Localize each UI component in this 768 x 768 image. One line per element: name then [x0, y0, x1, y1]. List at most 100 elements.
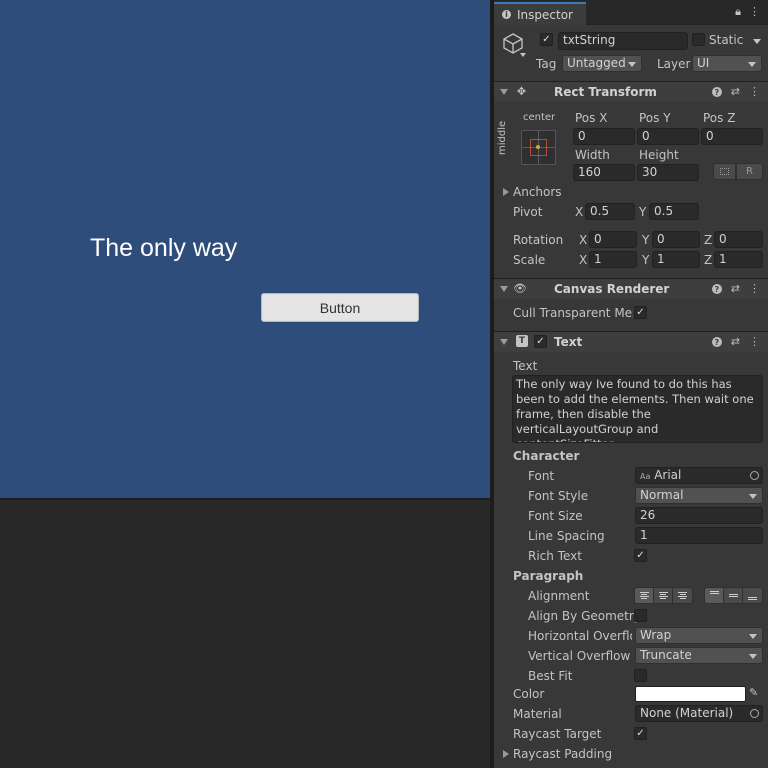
context-menu-icon[interactable]: ⋮ — [749, 282, 760, 295]
align-center-button[interactable] — [654, 588, 673, 603]
pivot-label: Pivot — [513, 205, 543, 219]
fold-arrow-icon[interactable] — [500, 89, 508, 95]
tab-inspector[interactable]: i Inspector — [494, 2, 586, 25]
pivot-y-field[interactable]: 0.5 — [649, 203, 699, 220]
pos-z-field[interactable]: 0 — [701, 128, 763, 145]
help-icon[interactable]: ? — [711, 337, 722, 347]
anchors-label[interactable]: Anchors — [513, 185, 562, 199]
rich-text-label: Rich Text — [528, 549, 582, 563]
help-icon[interactable]: ? — [711, 284, 722, 294]
scale-z-field[interactable]: 1 — [714, 251, 763, 268]
static-label: Static — [709, 33, 744, 47]
canvas-renderer-header[interactable]: 👁︎ Canvas Renderer ? ⇄ ⋮ — [494, 278, 768, 299]
material-value: None (Material) — [640, 706, 734, 720]
rot-y-field[interactable]: 0 — [652, 231, 700, 248]
best-fit-checkbox[interactable] — [634, 669, 647, 682]
lock-icon[interactable]: 🔒︎ — [735, 5, 741, 19]
width-field[interactable]: 160 — [573, 164, 635, 181]
align-by-geometry-label: Align By Geometry — [528, 609, 641, 623]
scale-y-label: Y — [642, 253, 650, 267]
rect-transform-header[interactable]: ✥ Rect Transform ? ⇄ ⋮ — [494, 81, 768, 102]
preset-icon[interactable]: ⇄ — [731, 282, 740, 295]
scale-x-field[interactable]: 1 — [589, 251, 637, 268]
object-picker-icon[interactable] — [750, 709, 759, 718]
rot-z-label: Z — [704, 233, 713, 247]
pos-y-field[interactable]: 0 — [637, 128, 699, 145]
rect-transform-icon: ✥ — [516, 85, 527, 98]
raycast-padding-label[interactable]: Raycast Padding — [513, 747, 612, 761]
rot-z-field[interactable]: 0 — [714, 231, 763, 248]
gameobject-icon — [502, 32, 524, 54]
context-menu-icon[interactable]: ⋮ — [749, 335, 760, 348]
raycast-padding-fold-arrow-icon[interactable] — [503, 750, 509, 758]
align-right-button[interactable] — [673, 588, 692, 603]
horizontal-overflow-dropdown[interactable]: Wrap — [635, 627, 763, 644]
rot-x-field[interactable]: 0 — [589, 231, 637, 248]
rot-x-label: X — [579, 233, 588, 247]
text-component-header[interactable]: T ✓ Text ? ⇄ ⋮ — [494, 331, 768, 352]
font-field[interactable]: Aa Arial — [635, 467, 763, 484]
pos-y-label: Pos Y — [639, 111, 671, 125]
raycast-target-checkbox[interactable]: ✓ — [634, 727, 647, 740]
anchor-v-label: middle — [497, 120, 508, 155]
align-left-button[interactable] — [635, 588, 654, 603]
inspector-panel: i Inspector 🔒︎ ⋮ ✓ txtString Static Tag … — [494, 0, 768, 768]
scale-x-label: X — [579, 253, 588, 267]
align-bottom-button[interactable] — [743, 588, 762, 603]
help-icon[interactable]: ? — [711, 87, 722, 97]
object-name-field[interactable]: txtString — [558, 32, 688, 50]
canvas-renderer-title: Canvas Renderer — [554, 282, 670, 296]
fold-arrow-icon[interactable] — [500, 339, 508, 345]
scale-label: Scale — [513, 253, 546, 267]
static-chevron-down-icon[interactable] — [753, 39, 761, 44]
menu-icon[interactable]: ⋮ — [749, 5, 760, 19]
vertical-overflow-dropdown[interactable]: Truncate — [635, 647, 763, 664]
font-style-dropdown[interactable]: Normal — [635, 487, 763, 504]
vertical-alignment-group — [704, 587, 763, 604]
scale-y-field[interactable]: 1 — [652, 251, 700, 268]
align-by-geometry-checkbox[interactable] — [634, 609, 647, 622]
line-spacing-label: Line Spacing — [528, 529, 605, 543]
text-area[interactable]: The only way Ive found to do this has be… — [512, 375, 763, 443]
rotation-label: Rotation — [513, 233, 564, 247]
context-menu-icon[interactable]: ⋮ — [749, 85, 760, 98]
tag-dropdown[interactable]: Untagged — [562, 55, 642, 72]
align-top-button[interactable] — [705, 588, 724, 603]
anchor-presets-button[interactable] — [521, 130, 556, 165]
material-label: Material — [513, 707, 562, 721]
font-size-field[interactable]: 26 — [635, 507, 763, 524]
rot-y-label: Y — [642, 233, 650, 247]
preset-icon[interactable]: ⇄ — [731, 335, 740, 348]
blueprint-mode-button[interactable] — [713, 163, 736, 180]
layer-value: UI — [697, 56, 710, 70]
anchors-fold-arrow-icon[interactable] — [503, 188, 509, 196]
text-enabled-checkbox[interactable]: ✓ — [534, 335, 547, 348]
preset-icon[interactable]: ⇄ — [731, 85, 740, 98]
rich-text-checkbox[interactable]: ✓ — [634, 549, 647, 562]
height-field[interactable]: 30 — [637, 164, 699, 181]
align-middle-button[interactable] — [724, 588, 743, 603]
pos-x-field[interactable]: 0 — [573, 128, 635, 145]
text-field-label: Text — [513, 359, 538, 373]
object-picker-icon[interactable] — [750, 471, 759, 480]
raw-edit-button[interactable]: R — [736, 163, 763, 180]
chevron-down-icon[interactable] — [520, 53, 526, 57]
font-label: Font — [528, 469, 555, 483]
vertical-overflow-label: Vertical Overflow — [528, 649, 631, 663]
height-label: Height — [639, 148, 679, 162]
scene-empty-area — [0, 498, 490, 768]
material-field[interactable]: None (Material) — [635, 705, 763, 722]
game-button[interactable]: Button — [261, 293, 419, 322]
static-checkbox[interactable] — [692, 33, 705, 46]
active-checkbox[interactable]: ✓ — [540, 33, 553, 46]
pivot-y-label: Y — [639, 205, 647, 219]
pos-z-label: Pos Z — [703, 111, 736, 125]
text-component-title: Text — [554, 335, 583, 349]
fold-arrow-icon[interactable] — [500, 286, 508, 292]
layer-dropdown[interactable]: UI — [692, 55, 762, 72]
eyedropper-icon[interactable]: ✎ — [749, 686, 758, 699]
color-swatch[interactable] — [635, 686, 746, 702]
line-spacing-field[interactable]: 1 — [635, 527, 763, 544]
pivot-x-field[interactable]: 0.5 — [585, 203, 635, 220]
cull-transparent-checkbox[interactable]: ✓ — [634, 306, 647, 319]
